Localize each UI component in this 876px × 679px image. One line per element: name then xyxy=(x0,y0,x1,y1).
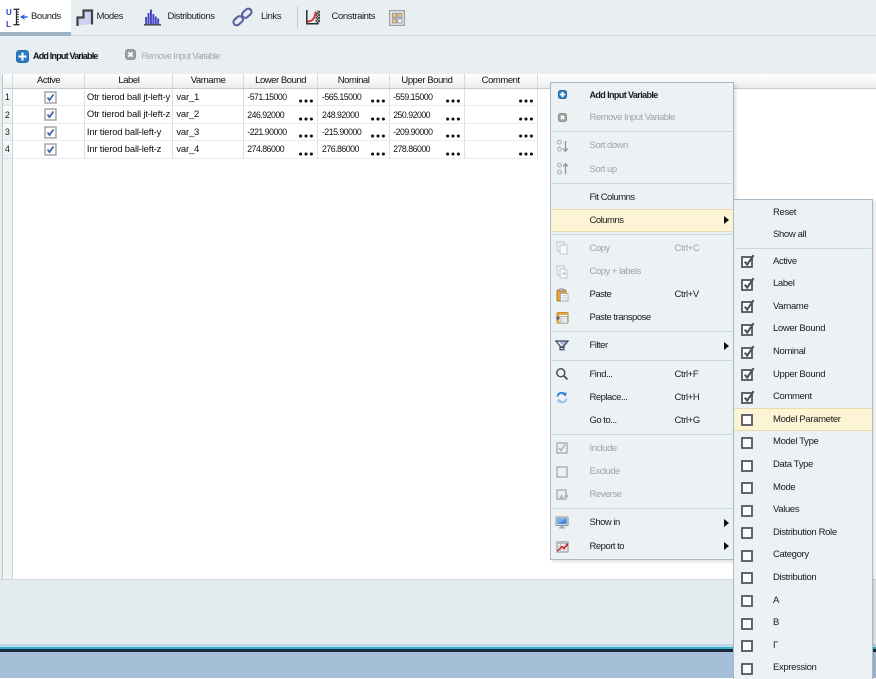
svg-text:L: L xyxy=(6,20,11,28)
svg-text:U: U xyxy=(6,8,12,17)
